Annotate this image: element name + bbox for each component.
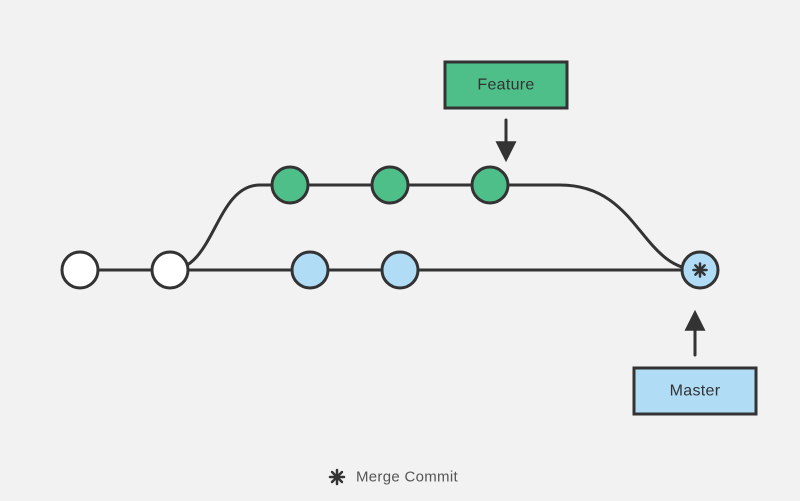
commit-feature-0 [272, 167, 308, 203]
legend-star-icon [330, 470, 344, 484]
commit-main-pre-0 [62, 252, 98, 288]
merge-commit-star [694, 264, 707, 277]
commit-main-post-0 [292, 252, 328, 288]
commit-main-post-1 [382, 252, 418, 288]
git-merge-diagram: Feature Master Merge Commit [0, 0, 800, 501]
legend: Merge Commit [330, 469, 458, 486]
master-branch-tag-label: Master [670, 383, 721, 400]
commit-main-pre-1 [152, 252, 188, 288]
feature-branch-tag-label: Feature [477, 77, 534, 94]
commit-feature-1 [372, 167, 408, 203]
commit-feature-2 [472, 167, 508, 203]
legend-text: Merge Commit [356, 469, 458, 486]
feature-branch-path [170, 185, 700, 270]
